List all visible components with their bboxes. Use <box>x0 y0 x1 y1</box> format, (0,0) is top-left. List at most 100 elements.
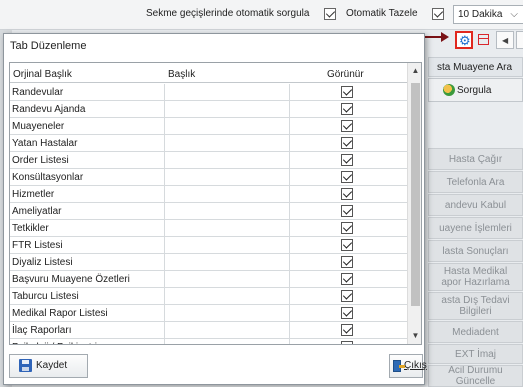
cell-title-input[interactable] <box>165 101 290 118</box>
action-ext-image[interactable]: EXT İmaj <box>428 344 523 364</box>
visible-checkbox[interactable] <box>341 137 353 149</box>
visible-checkbox[interactable] <box>341 273 353 285</box>
action-mediadent[interactable]: Mediadent <box>428 321 523 343</box>
table-row[interactable]: Diyaliz Listesi <box>10 254 407 271</box>
cell-title-input[interactable] <box>165 339 290 344</box>
visible-checkbox[interactable] <box>341 222 353 234</box>
cell-visible <box>290 305 407 322</box>
cell-title-input[interactable] <box>165 135 290 152</box>
cell-title-input[interactable] <box>165 322 290 339</box>
exit-button[interactable]: Çıkış <box>389 354 427 378</box>
query-button-label: Sorgula <box>457 85 492 96</box>
cell-title-input[interactable] <box>165 118 290 135</box>
scroll-left-icon: ◀ <box>502 36 509 45</box>
scroll-thumb[interactable] <box>411 83 420 306</box>
action-call-patient[interactable]: Hasta Çağır <box>428 148 523 170</box>
column-header-title[interactable]: Başlık <box>168 69 195 80</box>
table-row[interactable]: Medikal Rapor Listesi <box>10 305 407 322</box>
visible-checkbox[interactable] <box>341 154 353 166</box>
visible-checkbox[interactable] <box>341 86 353 98</box>
table-row[interactable]: Psikoloji / Psikiyatri <box>10 339 407 344</box>
cell-visible <box>290 339 407 344</box>
visible-checkbox[interactable] <box>341 120 353 132</box>
visible-checkbox[interactable] <box>341 307 353 319</box>
table-row[interactable]: Order Listesi <box>10 152 407 169</box>
table-row[interactable]: Taburcu Listesi <box>10 288 407 305</box>
cell-original-title: Başvuru Muayene Özetleri <box>10 271 165 288</box>
column-header-original[interactable]: Orjinal Başlık <box>13 69 72 80</box>
table-row[interactable]: Ameliyatlar <box>10 203 407 220</box>
action-call-phone[interactable]: Telefonla Ara <box>428 171 523 193</box>
tab-auto-query-checkbox[interactable] <box>324 8 336 20</box>
cell-original-title: FTR Listesi <box>10 237 165 254</box>
cell-visible <box>290 118 407 135</box>
refresh-interval-select[interactable]: 10 Dakika ⌵ <box>453 5 523 24</box>
cell-title-input[interactable] <box>165 271 290 288</box>
visible-checkbox[interactable] <box>341 188 353 200</box>
cell-original-title: Taburcu Listesi <box>10 288 165 305</box>
table-row[interactable]: Randevular <box>10 84 407 101</box>
visible-checkbox[interactable] <box>341 256 353 268</box>
tab-settings-button[interactable]: ⚙ <box>455 31 473 49</box>
cell-original-title: Yatan Hastalar <box>10 135 165 152</box>
cell-title-input[interactable] <box>165 169 290 186</box>
cell-visible <box>290 322 407 339</box>
scroll-up-icon[interactable]: ▲ <box>408 63 421 79</box>
cell-visible <box>290 237 407 254</box>
table-row[interactable]: Başvuru Muayene Özetleri <box>10 271 407 288</box>
table-row[interactable]: Tetkikler <box>10 220 407 237</box>
table-row[interactable]: Hizmetler <box>10 186 407 203</box>
table-row[interactable]: Yatan Hastalar <box>10 135 407 152</box>
cell-original-title: Medikal Rapor Listesi <box>10 305 165 322</box>
visible-checkbox[interactable] <box>341 205 353 217</box>
scroll-left-button[interactable]: ◀ <box>496 31 514 49</box>
cell-title-input[interactable] <box>165 305 290 322</box>
cell-title-input[interactable] <box>165 186 290 203</box>
visible-checkbox[interactable] <box>341 290 353 302</box>
visible-checkbox[interactable] <box>341 239 353 251</box>
cell-title-input[interactable] <box>165 254 290 271</box>
action-exam-operations[interactable]: uayene İşlemleri <box>428 217 523 239</box>
cell-original-title: Ameliyatlar <box>10 203 165 220</box>
top-toolbar: Sekme geçişlerinde otomatik sorgula Otom… <box>0 0 523 30</box>
query-button[interactable]: Sorgula <box>428 78 523 102</box>
visible-checkbox[interactable] <box>341 103 353 115</box>
dialog-title: Tab Düzenleme <box>10 40 87 52</box>
exit-button-label: Çıkış <box>404 360 427 371</box>
table-row[interactable]: Muayeneler <box>10 118 407 135</box>
table-row[interactable]: Konsültasyonlar <box>10 169 407 186</box>
action-patient-results[interactable]: lasta Sonuçları <box>428 240 523 262</box>
cell-original-title: Muayeneler <box>10 118 165 135</box>
settings-gear-icon: ⚙ <box>459 33 471 48</box>
auto-refresh-label: Otomatik Tazele <box>346 8 418 19</box>
cell-title-input[interactable] <box>165 84 290 101</box>
visible-checkbox[interactable] <box>341 341 353 344</box>
save-button[interactable]: Kaydet <box>9 354 88 378</box>
tab-layout-button[interactable] <box>475 31 493 49</box>
cell-original-title: İlaç Raporları <box>10 322 165 339</box>
cell-title-input[interactable] <box>165 152 290 169</box>
table-row[interactable]: FTR Listesi <box>10 237 407 254</box>
cell-original-title: Konsültasyonlar <box>10 169 165 186</box>
tab-edit-dialog: Tab Düzenleme Orjinal Başlık Başlık Görü… <box>3 33 427 385</box>
visible-checkbox[interactable] <box>341 324 353 336</box>
table-row[interactable]: Randevu Ajanda <box>10 101 407 118</box>
action-external-treatment[interactable]: asta Dış Tedavi Bilgileri <box>428 292 523 320</box>
column-header-visible[interactable]: Görünür <box>327 69 364 80</box>
grid-header: Orjinal Başlık Başlık Görünür <box>10 63 407 83</box>
refresh-interval-value: 10 Dakika <box>458 9 503 20</box>
visible-checkbox[interactable] <box>341 171 353 183</box>
table-row[interactable]: İlaç Raporları <box>10 322 407 339</box>
cell-title-input[interactable] <box>165 220 290 237</box>
grid-scrollbar[interactable]: ▲ ▼ <box>407 63 421 344</box>
action-medical-report[interactable]: Hasta Medikal apor Hazırlama <box>428 263 523 291</box>
scroll-right-button[interactable] <box>516 31 523 49</box>
chevron-down-icon: ⌵ <box>510 9 518 20</box>
scroll-down-icon[interactable]: ▼ <box>408 328 421 344</box>
cell-title-input[interactable] <box>165 288 290 305</box>
auto-refresh-checkbox[interactable] <box>432 8 444 20</box>
cell-title-input[interactable] <box>165 203 290 220</box>
action-update-emergency[interactable]: Acil Durumu Güncelle <box>428 365 523 387</box>
action-accept-appointment[interactable]: andevu Kabul <box>428 194 523 216</box>
cell-title-input[interactable] <box>165 237 290 254</box>
